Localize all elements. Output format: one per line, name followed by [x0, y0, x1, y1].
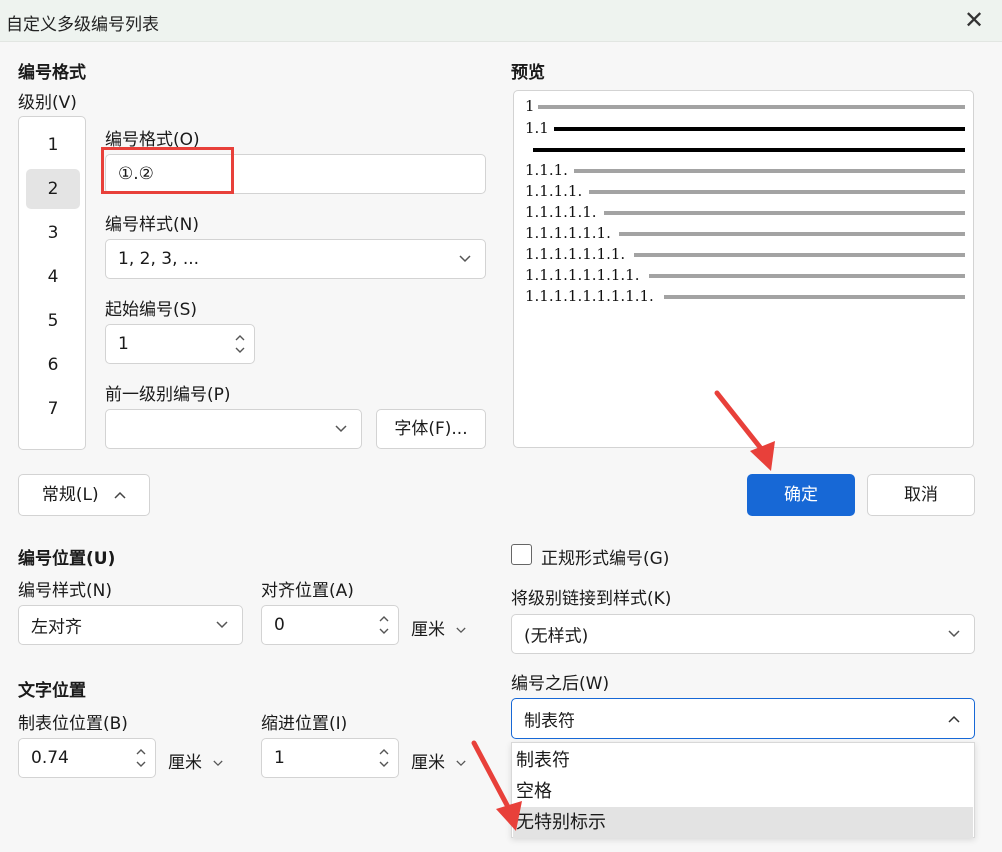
- tab-position-stepper[interactable]: 0.74: [18, 738, 156, 778]
- chevron-down-icon: [459, 255, 471, 263]
- link-style-label: 将级别链接到样式(K): [511, 589, 672, 609]
- preview-row-line: [619, 232, 965, 236]
- tab-unit-value: 厘米: [168, 753, 202, 773]
- spinner-arrows-icon[interactable]: [378, 612, 390, 638]
- preview-heading: 预览: [511, 63, 545, 83]
- number-style-value: 1, 2, 3, ...: [118, 249, 200, 269]
- preview-row-label: 1.1: [525, 119, 549, 137]
- normal-button-label: 常规(L): [41, 485, 99, 505]
- align-position-value: 0: [274, 615, 285, 635]
- spinner-arrows-icon[interactable]: [234, 331, 246, 357]
- preview-row-label: 1.1.1.1.1.1.: [525, 224, 611, 242]
- level-item-4[interactable]: 4: [26, 257, 80, 297]
- number-position-heading: 编号位置(U): [18, 549, 116, 569]
- preview-pane: 1 1.1 1.1.1. 1.1.1.1. 1.1.1.1.1. 1.1.1.1…: [513, 90, 974, 448]
- dropdown-option-nothing[interactable]: 无特别标示: [513, 807, 973, 838]
- level-item-6[interactable]: 6: [26, 345, 80, 385]
- indent-unit-value: 厘米: [411, 753, 445, 773]
- preview-row-line: [554, 127, 965, 131]
- dialog-title: 自定义多级编号列表: [6, 15, 159, 35]
- close-icon[interactable]: ✕: [962, 6, 986, 34]
- tab-unit-select[interactable]: 厘米: [168, 748, 224, 773]
- preview-row-label: 1.1.1.: [525, 161, 568, 179]
- ok-button[interactable]: 确定: [747, 474, 855, 516]
- after-number-dropdown: 制表符 空格 无特别标示: [511, 742, 975, 838]
- align-unit-value: 厘米: [411, 620, 445, 640]
- chevron-down-icon: [335, 425, 347, 433]
- prev-level-select[interactable]: [105, 409, 362, 449]
- preview-row-label: 1.1.1.1.1.1.1.1.1.: [525, 287, 654, 305]
- link-style-select[interactable]: (无样式): [511, 614, 975, 654]
- level-item-3[interactable]: 3: [26, 213, 80, 253]
- preview-row-line: [538, 105, 965, 109]
- dropdown-option-tab[interactable]: 制表符: [513, 745, 973, 776]
- level-item-1[interactable]: 1: [26, 125, 80, 165]
- start-number-stepper[interactable]: 1: [105, 324, 255, 364]
- dropdown-option-space[interactable]: 空格: [513, 776, 973, 807]
- legal-numbering-label: 正规形式编号(G): [541, 549, 670, 569]
- align-position-stepper[interactable]: 0: [261, 605, 399, 645]
- preview-row-line: [533, 148, 965, 152]
- chevron-up-icon: [948, 715, 960, 723]
- indent-position-value: 1: [274, 748, 285, 768]
- numbering-format-heading: 编号格式: [18, 63, 86, 83]
- indent-position-label: 缩进位置(I): [261, 714, 348, 734]
- chevron-down-icon: [948, 630, 960, 638]
- preview-row-label: 1.1.1.1.: [525, 182, 583, 200]
- preview-row-line: [664, 295, 965, 299]
- tab-position-label: 制表位位置(B): [18, 714, 128, 734]
- chevron-down-icon: [456, 760, 467, 766]
- text-position-heading: 文字位置: [18, 681, 86, 701]
- cancel-button[interactable]: 取消: [867, 474, 975, 516]
- start-number-label: 起始编号(S): [105, 300, 198, 320]
- preview-row-label: 1.1.1.1.1.: [525, 203, 597, 221]
- number-style-label: 编号样式(N): [105, 215, 199, 235]
- indent-unit-select[interactable]: 厘米: [411, 748, 467, 773]
- level-list[interactable]: 1 2 3 4 5 6 7: [18, 116, 86, 450]
- prev-level-label: 前一级别编号(P): [105, 385, 231, 405]
- chevron-up-icon: [114, 491, 126, 499]
- number-align-select[interactable]: 左对齐: [18, 605, 243, 645]
- preview-row-line: [604, 211, 965, 215]
- spinner-arrows-icon[interactable]: [378, 745, 390, 771]
- level-item-2[interactable]: 2: [26, 169, 80, 209]
- preview-row-line: [634, 253, 965, 257]
- legal-numbering-checkbox[interactable]: [511, 544, 532, 565]
- level-item-5[interactable]: 5: [26, 301, 80, 341]
- spinner-arrows-icon[interactable]: [135, 745, 147, 771]
- after-number-value: 制表符: [524, 711, 575, 731]
- number-align-style-label: 编号样式(N): [18, 581, 112, 601]
- chevron-down-icon: [216, 621, 228, 629]
- number-align-value: 左对齐: [31, 617, 82, 638]
- tab-position-value: 0.74: [31, 748, 69, 768]
- preview-row-line: [649, 274, 965, 278]
- align-unit-select[interactable]: 厘米: [411, 615, 467, 640]
- align-position-label: 对齐位置(A): [261, 581, 354, 601]
- indent-position-stepper[interactable]: 1: [261, 738, 399, 778]
- preview-row-label: 1.1.1.1.1.1.1.: [525, 245, 626, 263]
- preview-row-line: [589, 190, 965, 194]
- level-label: 级别(V): [18, 93, 77, 113]
- preview-row-line: [574, 169, 965, 173]
- number-style-select[interactable]: 1, 2, 3, ...: [105, 239, 486, 279]
- after-number-select[interactable]: 制表符: [511, 698, 975, 739]
- normal-toggle-button[interactable]: 常规(L): [18, 474, 150, 516]
- chevron-down-icon: [456, 627, 467, 633]
- start-number-value: 1: [118, 334, 129, 354]
- preview-row-label: 1.1.1.1.1.1.1.1.: [525, 266, 640, 284]
- after-number-label: 编号之后(W): [511, 674, 610, 694]
- level-item-7[interactable]: 7: [26, 389, 80, 429]
- font-button[interactable]: 字体(F)...: [376, 409, 486, 449]
- link-style-value: (无样式): [524, 626, 589, 647]
- preview-row-label: 1: [525, 97, 535, 115]
- chevron-down-icon: [213, 760, 224, 766]
- annotation-highlight-box: [101, 147, 234, 194]
